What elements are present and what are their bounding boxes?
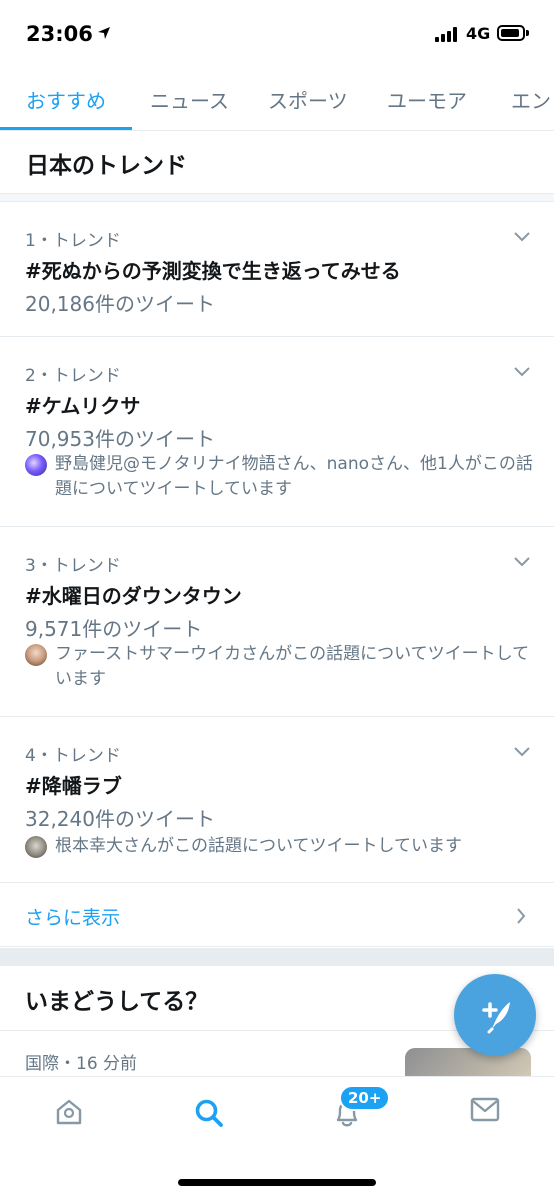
trend-name: #水曜日のダウンタウン — [25, 584, 242, 608]
show-more-trends[interactable]: さらに表示 — [0, 883, 554, 947]
network-type: 4G — [466, 24, 491, 43]
search-icon[interactable] — [193, 1097, 225, 1129]
news-meta: 国際・16 分前 — [25, 1054, 138, 1074]
show-more-label: さらに表示 — [25, 907, 121, 929]
home-indicator — [178, 1179, 376, 1186]
tab-recommended[interactable]: おすすめ — [26, 85, 106, 114]
trend-tweet-count: 32,240件のツイート — [25, 807, 215, 831]
status-time: 23:06 — [26, 22, 93, 46]
trend-rank: 2・トレンド — [25, 366, 121, 386]
compose-feather-icon — [482, 1002, 510, 1034]
trend-rank: 4・トレンド — [25, 746, 121, 766]
trend-item[interactable]: 3・トレンド #水曜日のダウンタウン 9,571件のツイート ファーストサマーウ… — [0, 527, 554, 717]
tab-news[interactable]: ニュース — [150, 85, 229, 114]
active-tab-indicator — [0, 127, 132, 130]
trend-context: 根本幸大さんがこの話題についてツイートしています — [25, 834, 535, 859]
trend-name: #死ぬからの予測変換で生き返ってみせる — [25, 259, 401, 283]
trend-context-text: ファーストサマーウイカさんがこの話題についてツイートしています — [55, 644, 530, 689]
status-bar: 23:06 4G — [0, 0, 554, 66]
trend-item[interactable]: 1・トレンド #死ぬからの予測変換で生き返ってみせる 20,186件のツイート — [0, 202, 554, 337]
trend-item[interactable]: 2・トレンド #ケムリクサ 70,953件のツイート 野島健児@モノタリナイ物語… — [0, 337, 554, 527]
trend-rank: 1・トレンド — [25, 231, 121, 251]
chevron-down-icon[interactable] — [513, 746, 531, 758]
tab-sports[interactable]: スポーツ — [268, 85, 348, 114]
trend-rank: 3・トレンド — [25, 556, 121, 576]
trend-tweet-count: 9,571件のツイート — [25, 617, 203, 641]
avatar — [25, 836, 47, 858]
trend-tweet-count: 70,953件のツイート — [25, 427, 215, 451]
messages-envelope-icon[interactable] — [470, 1097, 500, 1123]
battery-icon — [497, 25, 529, 41]
trend-name: #降幡ラブ — [25, 774, 122, 798]
location-arrow-icon — [98, 27, 110, 39]
trend-context-text: 野島健児@モノタリナイ物語さん、nanoさん、他1人がこの話題についてツイートし… — [55, 454, 533, 499]
trend-context: 野島健児@モノタリナイ物語さん、nanoさん、他1人がこの話題についてツイートし… — [25, 452, 535, 502]
trend-tweet-count: 20,186件のツイート — [25, 292, 215, 316]
trend-context: ファーストサマーウイカさんがこの話題についてツイートしています — [25, 642, 535, 692]
avatar — [25, 644, 47, 666]
compose-tweet-button[interactable] — [454, 974, 536, 1056]
chevron-down-icon[interactable] — [513, 366, 531, 378]
home-icon[interactable] — [54, 1097, 84, 1127]
chevron-right-icon — [517, 908, 526, 924]
cell-signal-icon — [435, 27, 461, 42]
section-gap — [0, 948, 554, 966]
tab-entertainment[interactable]: エン — [511, 85, 551, 114]
trend-context-text: 根本幸大さんがこの話題についてツイートしています — [55, 836, 462, 856]
trend-name: #ケムリクサ — [25, 394, 141, 418]
notifications-badge: 20+ — [339, 1085, 391, 1111]
chevron-down-icon[interactable] — [513, 556, 531, 568]
chevron-down-icon[interactable] — [513, 231, 531, 243]
avatar — [25, 454, 47, 476]
whats-happening-title: いまどうしてる？ — [25, 989, 209, 1015]
trends-section-title: 日本のトレンド — [26, 153, 187, 179]
tab-humor[interactable]: ユーモア — [387, 85, 467, 114]
explore-tabs: おすすめ ニュース スポーツ ユーモア エン — [0, 66, 554, 131]
section-divider — [0, 193, 554, 202]
trend-item[interactable]: 4・トレンド #降幡ラブ 32,240件のツイート 根本幸大さんがこの話題につい… — [0, 717, 554, 883]
